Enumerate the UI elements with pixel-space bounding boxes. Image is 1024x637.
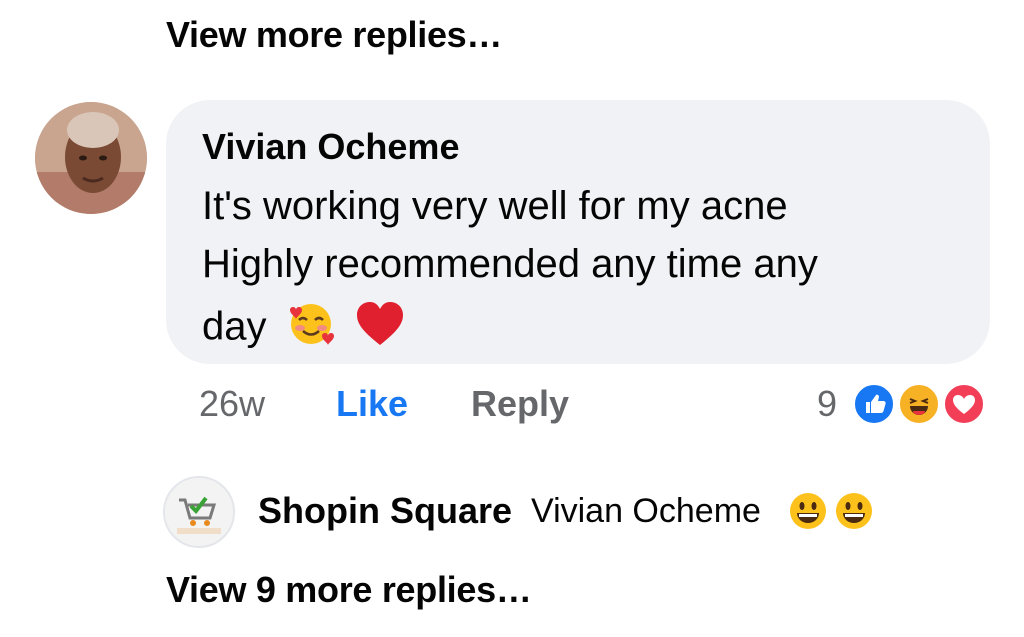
like-reaction-icon[interactable]: [852, 382, 896, 426]
comment-author-name[interactable]: Vivian Ocheme: [202, 126, 459, 168]
view-more-replies-link[interactable]: View more replies…: [166, 14, 502, 56]
comment-text-line-1: It's working very well for my acne: [202, 184, 788, 228]
love-reaction-icon[interactable]: [942, 382, 986, 426]
commenter-avatar[interactable]: [35, 102, 147, 214]
smiling-face-with-hearts-icon: [286, 300, 336, 358]
comment-bubble: Vivian Ocheme It's working very well for…: [166, 100, 990, 364]
like-button[interactable]: Like: [336, 383, 408, 425]
comment-text-line-2: Highly recommended any time any: [202, 242, 818, 286]
reply-button[interactable]: Reply: [471, 383, 569, 425]
grinning-face-icon: [787, 490, 829, 537]
person-photo-icon: [35, 102, 147, 214]
shopin-square-avatar[interactable]: [163, 476, 235, 548]
comment-timestamp[interactable]: 26w: [199, 383, 265, 425]
comment-text-line-3-row: day: [202, 300, 405, 358]
view-more-replies-link-bottom[interactable]: View 9 more replies…: [166, 569, 532, 611]
reaction-count[interactable]: 9: [817, 383, 837, 425]
reply-author-name[interactable]: Shopin Square: [258, 490, 512, 532]
red-heart-icon: [355, 301, 405, 357]
comment-text-line-3: day: [202, 304, 267, 349]
reply-text: Vivian Ocheme: [531, 492, 761, 530]
shopin-square-logo-icon: [177, 496, 221, 534]
reply-emojis: [787, 490, 875, 537]
haha-reaction-icon[interactable]: [897, 382, 941, 426]
grinning-face-icon: [833, 490, 875, 537]
